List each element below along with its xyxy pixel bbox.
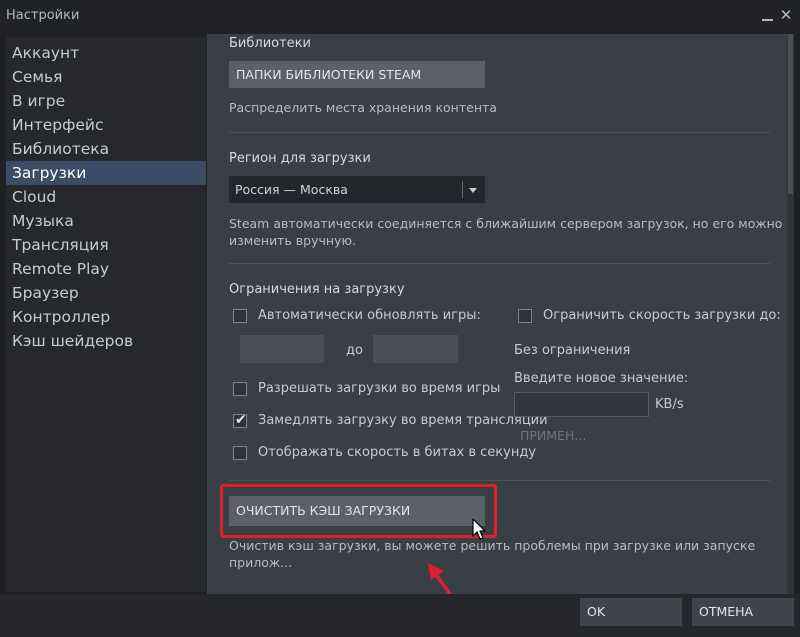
auto-update-label: Автоматически обновлять игры: [258,308,481,323]
window-title: Настройки [6,8,80,23]
auto-update-end-time-field[interactable] [373,335,458,363]
minimize-icon[interactable] [762,6,776,24]
dropdown-separator [462,181,463,198]
sidebar-item-remote-play[interactable]: Remote Play [6,257,206,281]
cancel-button[interactable]: ОТМЕНА [692,598,794,626]
divider [229,132,770,133]
auto-update-checkbox[interactable] [233,309,247,323]
divider [229,480,770,481]
new-value-label: Введите новое значение: [514,371,689,386]
divider [229,263,770,264]
sidebar-item-cloud[interactable]: Cloud [6,185,206,209]
libraries-description: Распределить места хранения контента [229,100,497,115]
region-description-line1: Steam автоматически соединяется с ближай… [229,216,783,231]
auto-update-start-time-field[interactable] [240,335,324,363]
highlight-box [220,484,497,538]
region-heading: Регион для загрузки [229,151,371,166]
region-description-line2: изменить вручную. [229,233,356,248]
throttle-while-broadcasting-checkbox[interactable]: ✔ [233,412,247,428]
sidebar-item-controller[interactable]: Контроллер [6,305,206,329]
clear-cache-description: Очистив кэш загрузки, вы можете решить п… [229,538,756,570]
chevron-down-icon [469,188,477,193]
download-region-value: Россия — Москва [235,182,348,197]
download-region-select[interactable]: Россия — Москва [229,176,485,203]
show-speed-in-bits-label: Отображать скорость в битах в секунду [258,445,537,460]
title-bar: Настройки ✕ [0,0,800,34]
settings-sidebar: Аккаунт Семья В игре Интерфейс Библиотек… [6,37,206,592]
sidebar-item-in-game[interactable]: В игре [6,89,206,113]
limit-download-speed-checkbox[interactable] [518,309,532,323]
sidebar-item-family[interactable]: Семья [6,65,206,89]
apply-button[interactable]: ПРИМЕН... [514,423,594,449]
allow-downloads-while-playing-checkbox[interactable] [233,382,247,396]
close-icon[interactable]: ✕ [778,6,794,24]
download-limits-heading: Ограничения на загрузку [229,282,405,297]
sidebar-item-account[interactable]: Аккаунт [6,41,206,65]
libraries-heading: Библиотеки [229,36,311,51]
allow-downloads-while-playing-label: Разрешать загрузки во время игры [258,381,501,396]
no-limit-text: Без ограничения [514,343,631,358]
steam-library-folders-button[interactable]: ПАПКИ БИБЛИОТЕКИ STEAM [229,61,485,88]
throttle-while-broadcasting-label: Замедлять загрузку во время трансляции [258,413,548,428]
checkmark-icon: ✔ [235,412,247,428]
sidebar-item-browser[interactable]: Браузер [6,281,206,305]
scrollbar-thumb[interactable] [788,34,793,194]
sidebar-item-library[interactable]: Библиотека [6,137,206,161]
speed-limit-input[interactable] [514,392,649,417]
sidebar-item-downloads[interactable]: Загрузки [6,161,206,185]
sidebar-item-music[interactable]: Музыка [6,209,206,233]
sidebar-item-interface[interactable]: Интерфейс [6,113,206,137]
sidebar-item-broadcast[interactable]: Трансляция [6,233,206,257]
show-speed-in-bits-checkbox[interactable] [233,446,247,460]
limit-download-speed-label: Ограничить скорость загрузки до: [543,308,781,323]
sidebar-item-shader-cache[interactable]: Кэш шейдеров [6,329,206,353]
ok-button[interactable]: OK [580,598,682,626]
time-range-separator: до [346,343,363,358]
speed-unit-label: KB/s [655,397,684,412]
